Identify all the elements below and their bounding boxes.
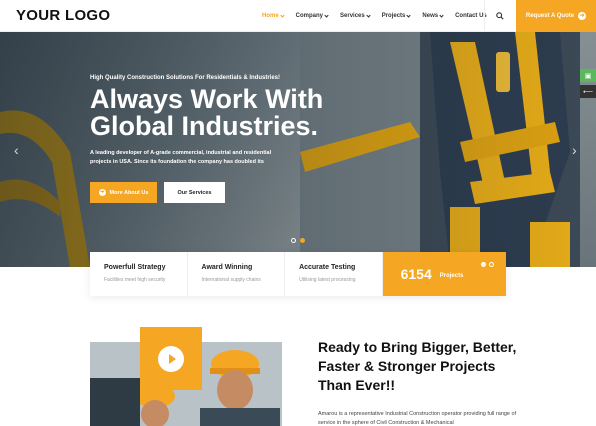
- about-text: Amarou is a representative Industrial Co…: [318, 411, 517, 426]
- nav-contact[interactable]: Contact Us: [455, 13, 487, 19]
- search-button[interactable]: [484, 0, 515, 32]
- feature-subtitle: International supply chains: [201, 277, 261, 283]
- arrow-right-icon: ➜: [578, 12, 587, 20]
- play-button[interactable]: [158, 345, 184, 372]
- our-services-button[interactable]: Our Services: [164, 182, 225, 203]
- feature-title: Powerfull Strategy: [104, 264, 166, 271]
- hero-slider: High Quality Construction Solutions For …: [0, 32, 596, 267]
- counter-dots: [481, 262, 494, 267]
- counter-dot[interactable]: [489, 262, 494, 267]
- projects-count: 6154: [400, 266, 432, 282]
- feature-item: Award Winning International supply chain…: [188, 252, 286, 296]
- projects-label: Projects: [439, 273, 464, 279]
- slider-next-icon[interactable]: ›: [572, 142, 577, 158]
- nav-company[interactable]: Company: [295, 12, 329, 19]
- chevron-down-icon: [280, 12, 285, 18]
- nav-home[interactable]: Home: [262, 12, 285, 19]
- arrow-left-icon[interactable]: ⟵: [580, 85, 596, 98]
- more-about-button[interactable]: ➜ More About Us: [90, 182, 157, 203]
- slider-dot[interactable]: [291, 238, 296, 243]
- nav-services[interactable]: Services: [340, 12, 371, 19]
- nav-news-label: News: [422, 13, 439, 19]
- about-title: Ready to Bring Bigger, Better, Faster & …: [318, 339, 517, 393]
- chevron-down-icon: [439, 12, 444, 18]
- cart-icon[interactable]: ▣: [580, 69, 596, 82]
- feature-subtitle: Utilising latest processing: [299, 277, 356, 283]
- features-strip: Powerfull Strategy Facilities meet high …: [90, 252, 506, 296]
- nav-home-label: Home: [262, 13, 279, 19]
- chevron-down-icon: [324, 12, 329, 18]
- play-icon: [168, 353, 176, 364]
- nav-contact-label: Contact Us: [455, 13, 487, 19]
- feature-subtitle: Facilities meet high security: [104, 277, 166, 283]
- nav-projects[interactable]: Projects: [381, 12, 412, 19]
- search-icon: [496, 12, 504, 20]
- chevron-down-icon: [366, 12, 371, 18]
- more-about-label: More About Us: [109, 189, 149, 196]
- request-quote-button[interactable]: Request A Quote ➜: [516, 0, 596, 32]
- hero-title: Always Work With Global Industries.: [90, 84, 324, 141]
- counter-dot-active[interactable]: [481, 262, 486, 267]
- slider-prev-icon[interactable]: ‹: [14, 142, 19, 158]
- site-logo[interactable]: YOUR LOGO: [16, 7, 110, 24]
- feature-title: Award Winning: [201, 264, 253, 271]
- nav-projects-label: Projects: [381, 13, 406, 19]
- projects-counter: 6154 Projects: [382, 252, 506, 296]
- feature-item: Powerfull Strategy Facilities meet high …: [90, 252, 188, 296]
- hero-description: A leading developer of A-grade commercia…: [90, 150, 272, 165]
- video-block: [140, 327, 202, 390]
- our-services-label: Our Services: [177, 189, 212, 196]
- request-quote-label: Request A Quote: [525, 13, 575, 19]
- slider-dot-active[interactable]: [300, 238, 305, 243]
- arrow-right-icon: ➜: [98, 189, 106, 196]
- nav-news[interactable]: News: [422, 12, 444, 19]
- chevron-down-icon: [406, 12, 412, 18]
- site-header: YOUR LOGO Home Company Services Projects…: [0, 0, 596, 32]
- feature-item: Accurate Testing Utilising latest proces…: [285, 252, 383, 296]
- feature-title: Accurate Testing: [299, 264, 356, 271]
- slider-dots: [291, 238, 305, 243]
- nav-services-label: Services: [340, 13, 365, 19]
- main-nav: Home Company Services Projects News Cont…: [262, 0, 499, 32]
- hero-subtitle: High Quality Construction Solutions For …: [90, 75, 281, 81]
- nav-company-label: Company: [295, 13, 324, 19]
